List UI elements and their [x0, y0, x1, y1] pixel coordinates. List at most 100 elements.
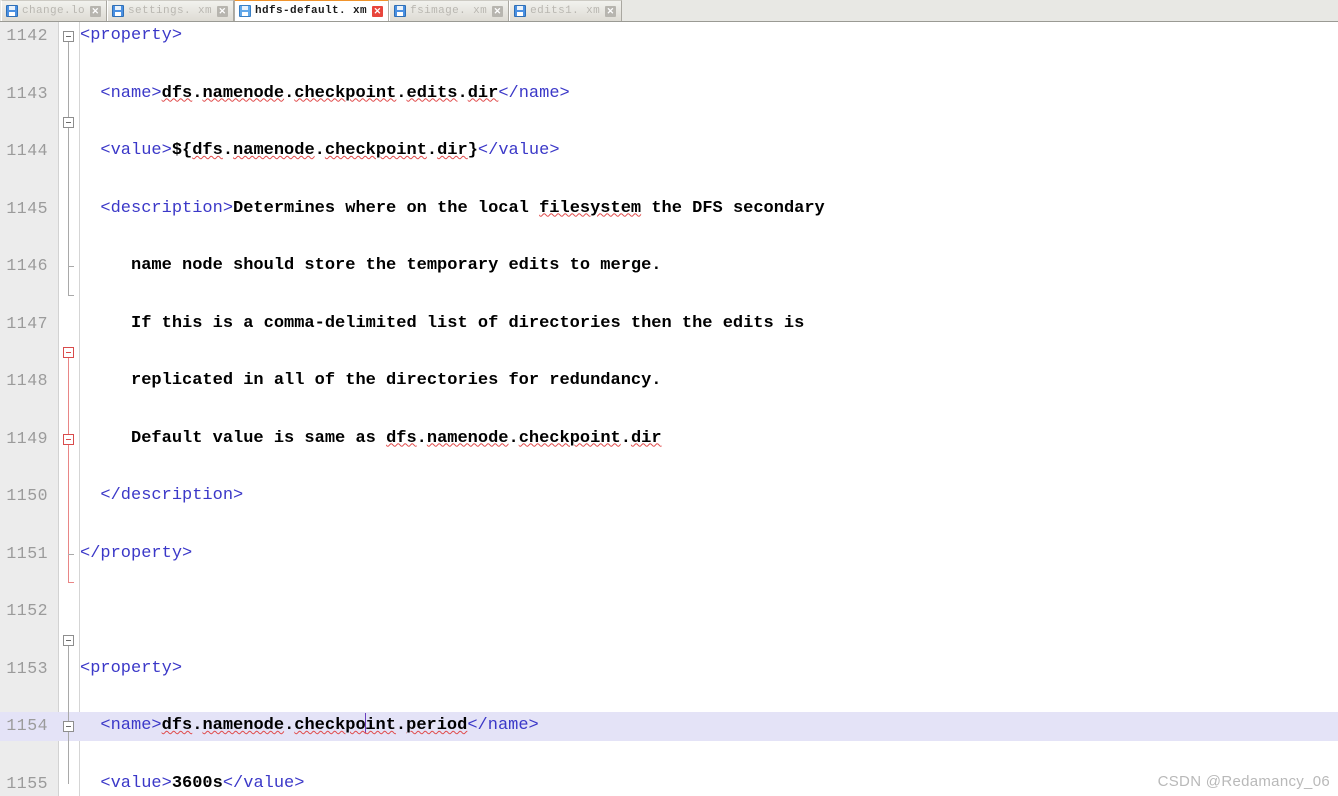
save-file-icon	[6, 5, 18, 17]
editor-tab-bar: change.lo ✕ settings. xm ✕ hdfs-default. xm ✕…	[0, 0, 1338, 22]
line-number: 1145	[6, 198, 48, 218]
editor-tab-4[interactable]: edits1. xm ✕	[509, 0, 623, 21]
code-line[interactable]: 1143 <name>dfs.namenode.checkpoint.edits…	[0, 80, 1338, 109]
editor-tab-3[interactable]: fsimage. xm ✕	[389, 0, 510, 21]
fold-end-marker	[68, 553, 74, 555]
line-number: 1143	[6, 83, 48, 103]
code-text: checkpoint	[324, 141, 427, 160]
close-icon[interactable]: ✕	[492, 5, 504, 17]
code-text: .	[457, 83, 468, 103]
line-content: If this is a comma-delimited list of dir…	[80, 310, 804, 339]
fold-toggle-icon[interactable]	[63, 31, 74, 42]
fold-toggle-icon[interactable]	[63, 634, 74, 646]
code-text: .	[284, 83, 295, 103]
xml-tag: <name>	[80, 716, 162, 735]
line-number: 1147	[6, 313, 48, 333]
line-number: 1146	[6, 256, 48, 275]
xml-tag: <value>	[80, 773, 172, 793]
fold-toggle-icon[interactable]	[63, 433, 74, 445]
xml-tag: </name>	[467, 716, 539, 735]
code-text: .	[222, 141, 234, 160]
code-lines-container[interactable]: 1142 <property> 1143 <name>dfs.namenode.ch…	[0, 22, 1338, 796]
line-number: 1154	[6, 716, 48, 735]
code-text: .	[396, 83, 407, 103]
code-line[interactable]: 1154 <name>dfs.namenode.checkpoint.perio…	[0, 712, 1338, 741]
line-number: 1150	[6, 486, 48, 505]
code-text: .	[426, 141, 438, 160]
code-text: .	[416, 428, 427, 448]
close-icon[interactable]: ✕	[605, 5, 617, 17]
code-text: .	[192, 716, 203, 735]
code-text: dfs	[161, 83, 193, 103]
line-number: 1151	[6, 543, 48, 563]
line-content: <value>3600s</value>	[80, 770, 304, 796]
code-text: .	[620, 428, 631, 448]
editor-tab-2[interactable]: hdfs-default. xm ✕	[234, 0, 390, 21]
code-text: .	[192, 83, 203, 103]
save-file-icon	[112, 5, 125, 17]
close-icon[interactable]: ✕	[90, 5, 102, 17]
code-line[interactable]: 1151 </property>	[0, 540, 1338, 569]
code-line[interactable]: 1144 <value>${dfs.namenode.checkpoint.di…	[0, 137, 1338, 166]
code-text: period	[406, 716, 468, 735]
code-text: int	[365, 716, 396, 735]
editor-tab-label: hdfs-default. xm	[255, 4, 368, 17]
code-text: .	[508, 428, 519, 448]
code-line[interactable]: 1150 </description>	[0, 482, 1338, 511]
editor-tab-label: edits1. xm	[530, 4, 601, 17]
code-text: 3600s	[171, 773, 223, 793]
xml-tag: </name>	[498, 83, 570, 103]
xml-tag: </value>	[477, 141, 560, 160]
line-content: <value>${dfs.namenode.checkpoint.dir}</v…	[80, 137, 560, 166]
line-content: </property>	[80, 540, 192, 569]
code-line[interactable]: 1153 <property>	[0, 655, 1338, 684]
code-text: .	[314, 141, 325, 160]
line-content: <property>	[80, 655, 182, 684]
code-text: .	[284, 716, 295, 735]
line-content: <name>dfs.namenode.checkpoint.edits.dir<…	[80, 80, 570, 109]
code-line[interactable]: 1155 <value>3600s</value>	[0, 770, 1338, 796]
code-text: name node should store the temporary edi…	[80, 256, 662, 275]
fold-toggle-icon[interactable]	[63, 347, 74, 359]
xml-tag: <property>	[80, 26, 183, 45]
line-content: Default value is same as dfs.namenode.ch…	[80, 425, 662, 454]
editor-tab-1[interactable]: settings. xm ✕	[107, 0, 235, 21]
line-number: 1148	[6, 371, 48, 390]
code-text: checkpoint	[518, 428, 621, 448]
code-text: checkpo	[294, 716, 366, 735]
code-text: filesystem	[539, 198, 642, 218]
editor-tab-0[interactable]: change.lo ✕	[1, 0, 108, 21]
code-line[interactable]: 1148 replicated in all of the directorie…	[0, 367, 1338, 396]
code-text: dfs	[192, 141, 223, 160]
code-editor[interactable]: 1142 <property> 1143 <name>dfs.namenode.ch…	[0, 22, 1338, 796]
code-line[interactable]: 1142 <property>	[0, 22, 1338, 51]
line-content: replicated in all of the directories for…	[80, 367, 662, 396]
code-text: dir	[467, 83, 499, 103]
code-text: checkpoint	[294, 83, 397, 103]
code-text: namenode	[202, 716, 285, 735]
code-line[interactable]: 1146 name node should store the temporar…	[0, 252, 1338, 281]
line-content: <name>dfs.namenode.checkpoint.period</na…	[80, 712, 539, 741]
fold-toggle-icon[interactable]	[63, 117, 74, 129]
editor-tab-label: change.lo	[22, 4, 86, 17]
fold-range-line	[68, 358, 70, 583]
xml-tag: <property>	[80, 658, 183, 678]
line-content: <property>	[80, 22, 182, 51]
line-number: 1142	[6, 26, 48, 45]
xml-tag: <value>	[80, 141, 172, 160]
fold-range-line	[68, 42, 69, 295]
fold-end-marker	[68, 582, 74, 584]
code-line[interactable]: 1145 <description>Determines where on th…	[0, 195, 1338, 224]
code-text: dfs	[386, 428, 417, 448]
fold-toggle-icon[interactable]	[63, 721, 74, 732]
close-icon[interactable]: ✕	[372, 5, 384, 17]
line-content: </description>	[80, 482, 243, 511]
code-text: namenode	[202, 83, 285, 103]
code-line[interactable]: 1147 If this is a comma-delimited list o…	[0, 310, 1338, 339]
code-line[interactable]: 1152	[0, 597, 1338, 626]
code-text: replicated in all of the directories for…	[80, 371, 662, 390]
code-line[interactable]: 1149 Default value is same as dfs.nameno…	[0, 425, 1338, 454]
xml-tag: <description>	[80, 198, 234, 218]
close-icon[interactable]: ✕	[217, 5, 229, 17]
code-text: edits	[406, 83, 458, 103]
